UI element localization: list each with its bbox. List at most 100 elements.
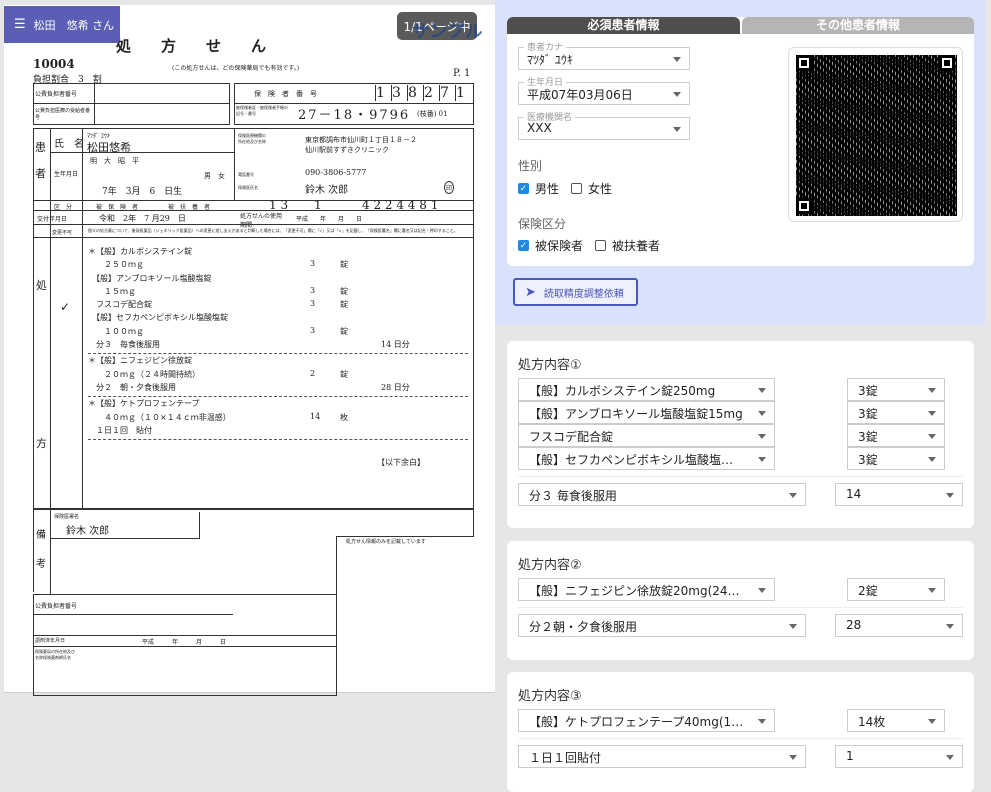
rx-line: 【般】アンブロキソール塩酸塩錠 xyxy=(88,273,468,286)
prescription-image: 処 方 せ ん 10004 (この処方せんは、どの保険薬局でも有効です。) 負担… xyxy=(4,5,495,696)
drug-name: フスコデ配合錠 xyxy=(529,430,614,444)
quantity-select[interactable]: 14枚 xyxy=(847,709,945,732)
rx-line: ２５０ｍｇ 3 錠 xyxy=(88,259,468,272)
insured-checkbox[interactable]: ✓ xyxy=(518,240,529,251)
kana-label: 患者カナ xyxy=(524,40,567,53)
digit: 8 xyxy=(407,85,423,101)
rx-blank-below: 【以下余白】 xyxy=(377,458,425,467)
quantity-select[interactable]: 3錠 xyxy=(847,447,945,470)
rx-title: 処 方 せ ん xyxy=(116,37,267,55)
rx-line-drug: 分３ 毎食後服用 xyxy=(88,340,160,350)
drug-select[interactable]: 【般】アンブロキソール塩酸塩錠15mg xyxy=(518,401,775,424)
rx-name-label: 氏 名 xyxy=(54,139,84,150)
days-select[interactable]: 28 xyxy=(835,614,963,637)
rx-birth: 7年 3月 6 日生 xyxy=(102,187,183,197)
birthdate-label: 生年月日 xyxy=(524,75,567,88)
usage-select[interactable]: 分３ 毎食後服用 xyxy=(518,483,806,506)
digit: 7 xyxy=(439,85,455,101)
patient-menu-button[interactable]: ☰ 松田 悠希 さん xyxy=(4,6,120,43)
rx-birth-label: 生年月日 xyxy=(54,171,79,178)
rx-doctor: 鈴木 次郎 xyxy=(305,185,349,196)
divider xyxy=(518,607,963,608)
rx-pref-code: 1 3 xyxy=(269,198,289,212)
rx-side-bottom: 方 xyxy=(36,437,47,450)
drug-select[interactable]: 【般】セフカペンピボキシル塩酸塩錠100mg xyxy=(518,447,775,470)
rx-signature: 鈴木 次郎 xyxy=(66,526,110,537)
rx-card-label: 被保険者証・被保険者手帳の記号・番号 xyxy=(236,105,288,116)
male-checkbox[interactable]: ✓ xyxy=(518,183,529,194)
rx-line-dose: 3 xyxy=(310,285,316,295)
rx-line-dose: 14 xyxy=(310,411,321,421)
rx-institution-code: 4 2 2 4 4 8 1 xyxy=(362,198,439,212)
rx-line-drug: 分２ 朝・夕食後服用 xyxy=(88,382,176,392)
days-select[interactable]: 1 xyxy=(835,745,963,768)
quantity-value: 3錠 xyxy=(858,407,878,421)
tab-required-info[interactable]: 必須患者情報 xyxy=(507,17,740,34)
female-checkbox[interactable] xyxy=(571,183,583,194)
sex-label: 性別 xyxy=(518,159,543,173)
drug-select[interactable]: 【般】ニフェジピン徐放錠20mg(24時間持続) xyxy=(518,578,775,601)
drug-select[interactable]: 【般】ケトプロフェンテープ40mg(10×14cm非温感) xyxy=(518,709,775,732)
chevron-down-icon xyxy=(928,457,936,462)
rx-line-drug: ＊【般】カルボシステイン錠 xyxy=(88,247,192,256)
rx-separator xyxy=(88,439,468,441)
rx-number: 10004 xyxy=(33,57,75,71)
birthdate-value: 平成07年03月06日 xyxy=(527,88,633,102)
rx-line-drug: ＊【般】ニフェジピン徐放錠 xyxy=(88,356,192,366)
dependent-label: 被扶養者 xyxy=(612,239,661,253)
rx-lines: ＊【般】カルボシステイン錠 ２５０ｍｇ 3 錠 【般】アンブロキソール塩酸塩錠 １５… xyxy=(88,246,468,441)
chevron-down-icon xyxy=(928,588,936,593)
insured-label: 被保険者 xyxy=(535,239,584,253)
rx-line: １日１回 貼付 xyxy=(88,425,468,438)
chevron-down-icon xyxy=(673,127,681,132)
rx-line: ＊【般】ニフェジピン徐放錠 xyxy=(88,355,468,368)
rx-dependent: 被 扶 養 者 xyxy=(168,204,211,211)
female-label: 女性 xyxy=(588,182,613,196)
rx-separator xyxy=(88,396,468,398)
hamburger-icon: ☰ xyxy=(14,17,26,32)
rx-line: ２０ｍｇ（２４時間持続） 2 錠 xyxy=(88,369,468,382)
rx-clinic-label: 保険医療機関の所在地及び名称 xyxy=(238,133,266,144)
tab-other-info[interactable]: その他患者情報 xyxy=(742,17,974,34)
chevron-down-icon xyxy=(789,624,797,629)
rx-line-dose: 3 xyxy=(310,259,316,269)
rx-line: ＊【般】ケトプロフェンテープ xyxy=(88,398,468,411)
quantity-select[interactable]: 2錠 xyxy=(847,578,945,601)
dependent-checkbox[interactable] xyxy=(595,240,607,251)
adjust-accuracy-label: 読取精度調整依頼 xyxy=(543,288,624,300)
rx-note: (この処方せんは、どの保険薬局でも有効です。) xyxy=(172,65,300,72)
drug-select[interactable]: フスコデ配合錠 xyxy=(518,424,775,447)
rx-line-dose: 3 xyxy=(310,299,316,309)
sex-options: ✓ 男性 女性 xyxy=(518,180,612,197)
chevron-down-icon xyxy=(946,493,954,498)
rx-line-days: 14 日分 xyxy=(381,340,410,350)
send-icon: ➤ xyxy=(525,284,536,300)
rx-line-unit: 錠 xyxy=(340,369,348,379)
rx-line-dose: 2 xyxy=(310,368,316,378)
rx-line: １５ｍｇ 3 錠 xyxy=(88,286,468,299)
rx-info-only: 処方せん情報のみを記載しています xyxy=(346,539,426,545)
rx-sex: 男 女 xyxy=(204,172,225,180)
drug-name: 【般】アンブロキソール塩酸塩錠15mg xyxy=(529,407,743,421)
rx-line-drug: フスコデ配合錠 xyxy=(88,300,152,310)
drug-name: 【般】ニフェジピン徐放錠20mg(24時間持続) xyxy=(529,584,744,598)
rx-line: 分２ 朝・夕食後服用 28 日分 xyxy=(88,382,468,395)
rx-name: 松田悠希 xyxy=(87,141,131,154)
days-select[interactable]: 14 xyxy=(835,483,963,506)
chevron-down-icon xyxy=(758,411,766,416)
rx-line-drug: 【般】セフカペンピボキシル塩酸塩錠 xyxy=(88,313,228,323)
drug-name: 【般】カルボシステイン錠250mg xyxy=(529,384,716,398)
drug-select[interactable]: 【般】カルボシステイン錠250mg xyxy=(518,378,775,401)
usage-select[interactable]: １日１回貼付 xyxy=(518,745,806,768)
rx-pharmacy-label: 保険薬局の所在地及び名称保険薬剤師氏名 xyxy=(35,649,75,660)
rx-line-drug: １５ｍｇ xyxy=(88,286,136,296)
qr-code xyxy=(788,47,963,222)
rx-public-payer-label-2: 公費負担者番号 xyxy=(35,603,78,610)
chevron-down-icon xyxy=(789,493,797,498)
quantity-select[interactable]: 3錠 xyxy=(847,401,945,424)
adjust-accuracy-button[interactable]: ➤ 読取精度調整依頼 xyxy=(513,278,638,306)
insurance-options: ✓ 被保険者 被扶養者 xyxy=(518,237,660,254)
quantity-select[interactable]: 3錠 xyxy=(847,424,945,447)
usage-select[interactable]: 分２朝・夕食後服用 xyxy=(518,614,806,637)
quantity-select[interactable]: 3錠 xyxy=(847,378,945,401)
